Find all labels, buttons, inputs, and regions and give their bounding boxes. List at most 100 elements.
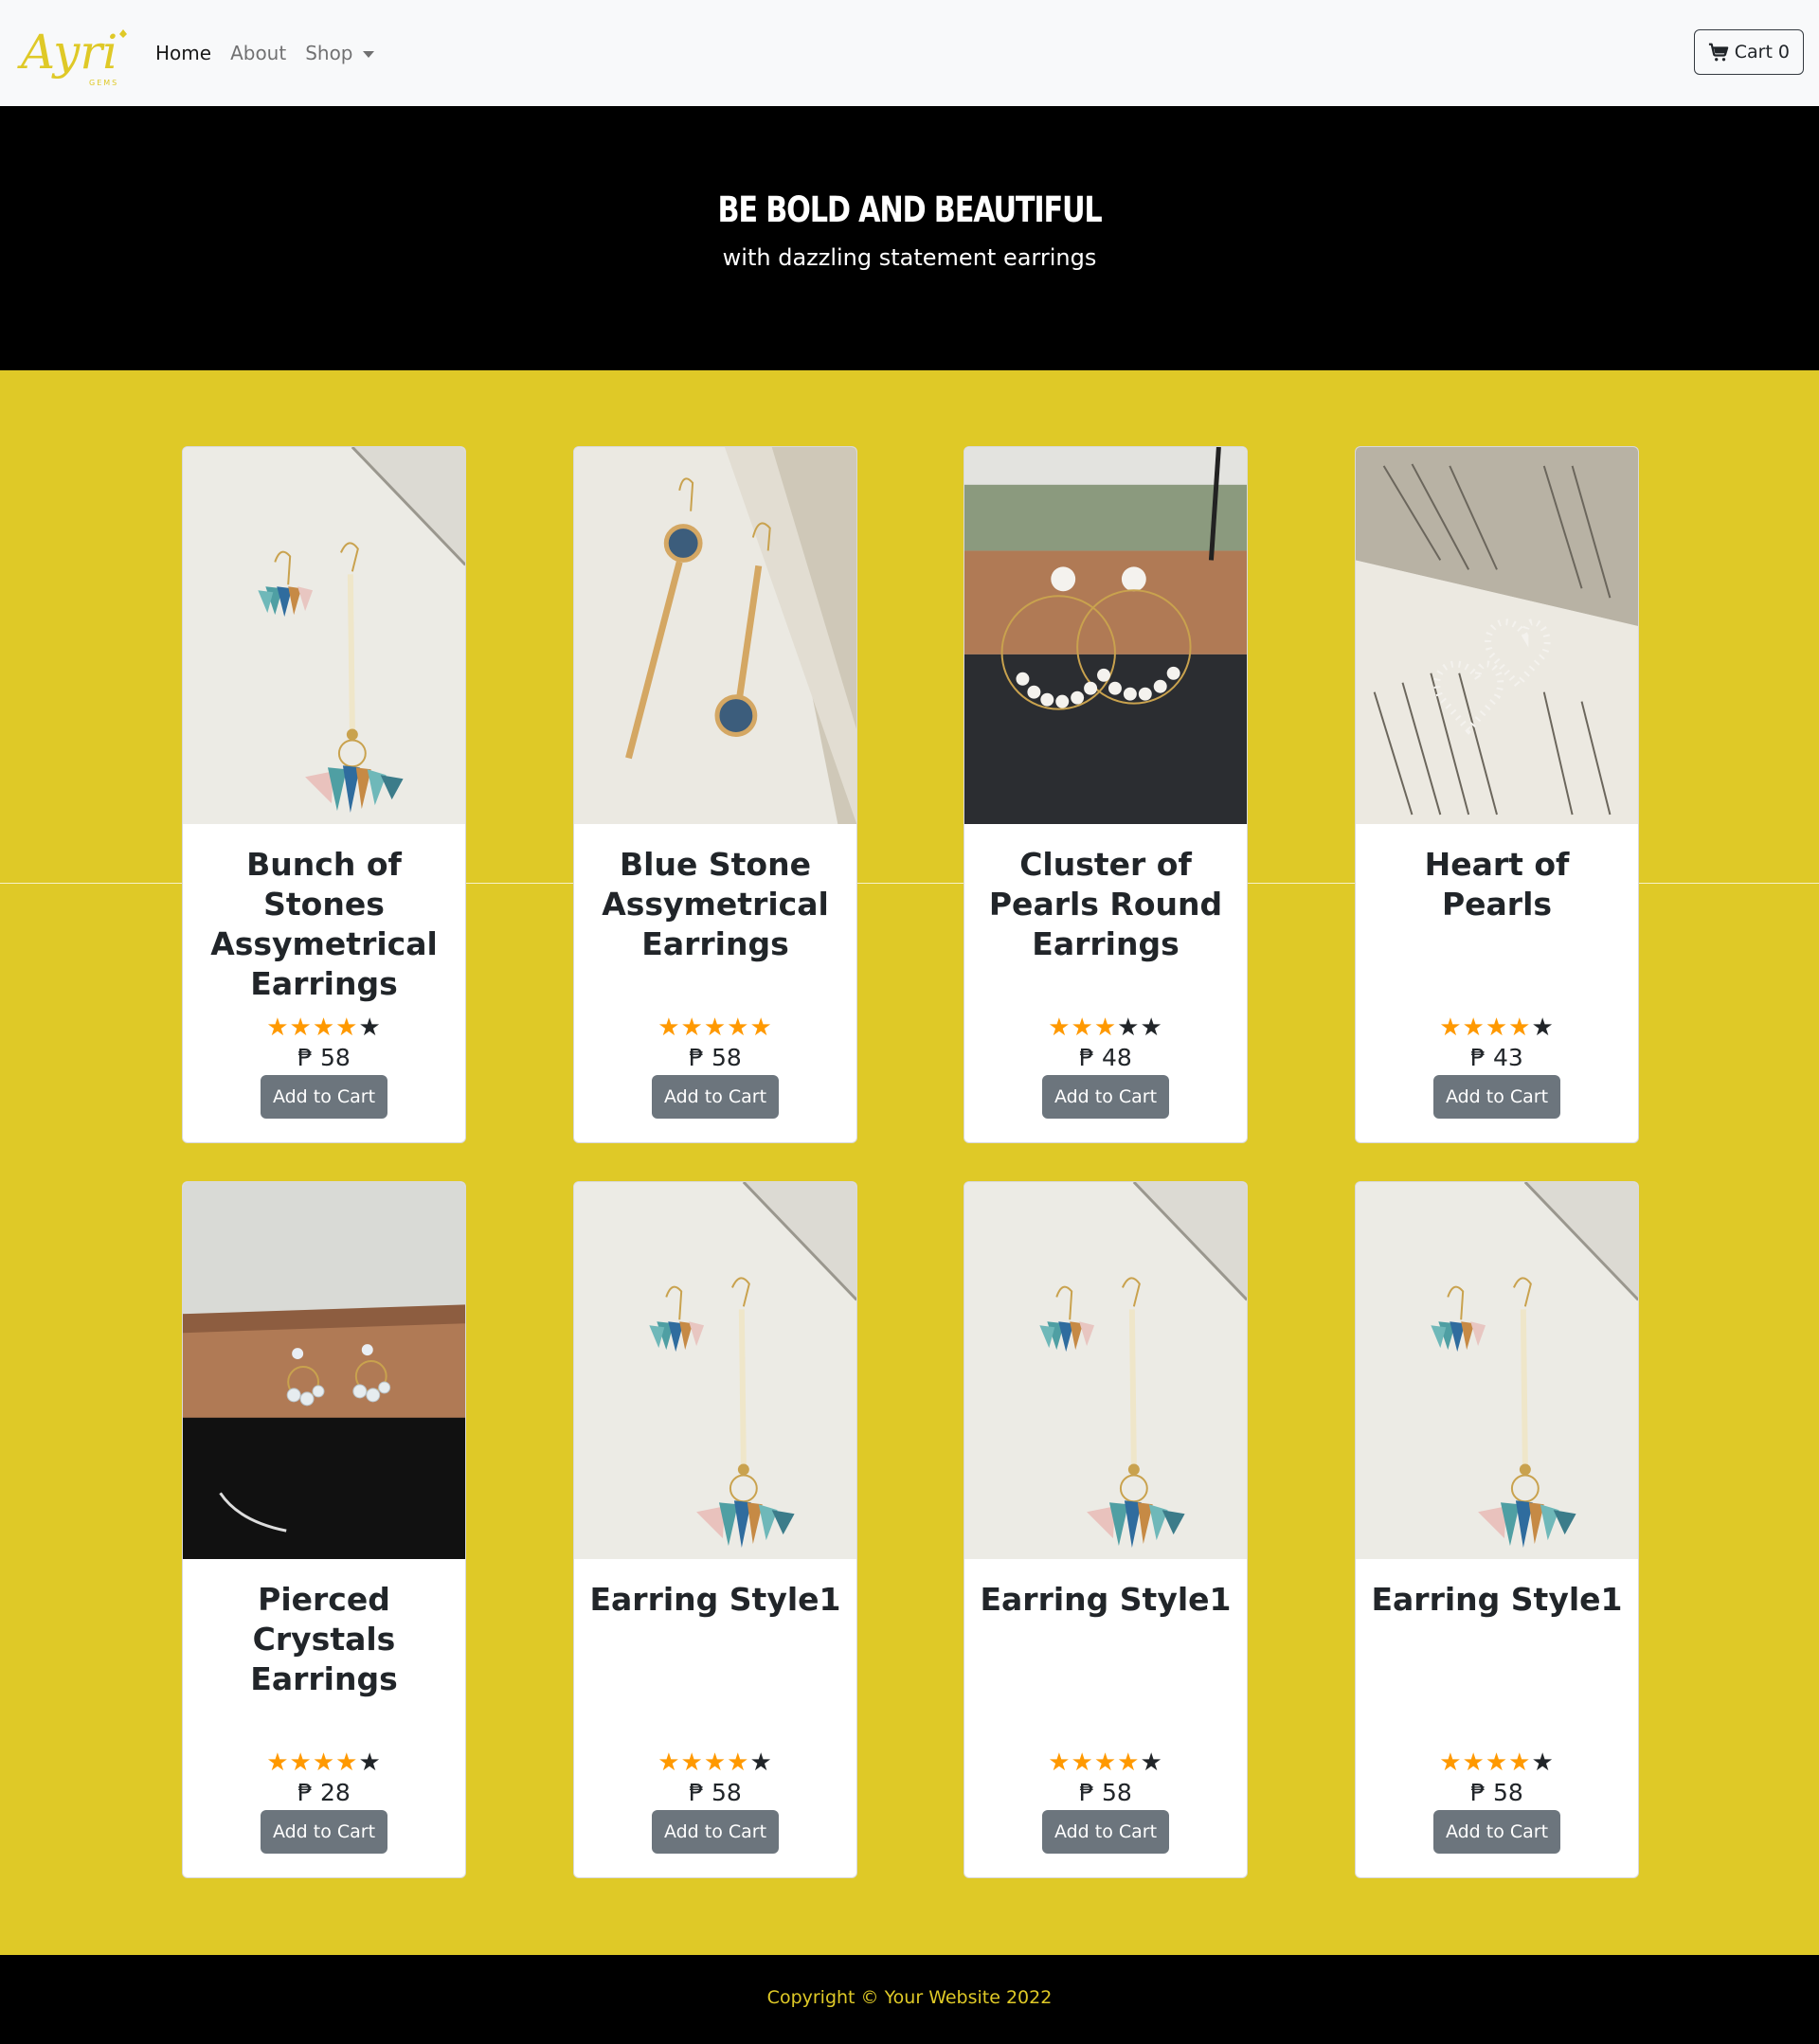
product-image[interactable]: [183, 1182, 465, 1559]
star-filled-icon: ★: [1093, 1013, 1118, 1042]
product-rating: ★★★★★: [574, 1014, 856, 1041]
star-filled-icon: ★: [1048, 1748, 1072, 1777]
currency-symbol: ₱: [1470, 1779, 1486, 1806]
price-amount: 43: [1493, 1044, 1523, 1071]
product-card: Earring Style1 ★★★★★ ₱ 58 Add to Cart: [573, 1181, 857, 1878]
currency-symbol: ₱: [1079, 1779, 1095, 1806]
nav-about[interactable]: About: [230, 42, 286, 64]
product-image[interactable]: [574, 1182, 856, 1559]
product-image[interactable]: [964, 447, 1247, 824]
product-title: Earring Style1: [980, 1581, 1232, 1618]
star-filled-icon: ★: [266, 1748, 290, 1777]
product-title: Earring Style1: [1371, 1581, 1623, 1618]
star-filled-icon: ★: [1117, 1748, 1141, 1777]
caret-down-icon: [362, 51, 374, 58]
svg-text:Ayri: Ayri: [17, 25, 117, 80]
product-price: ₱ 58: [183, 1044, 465, 1071]
hero-banner: BE BOLD AND BEAUTIFUL with dazzling stat…: [0, 106, 1819, 370]
currency-symbol: ₱: [297, 1044, 314, 1071]
product-card: Bunch of Stones Assymetrical Earrings ★★★…: [182, 446, 466, 1143]
shopping-cart-icon: [1708, 43, 1729, 62]
star-filled-icon: ★: [727, 1748, 750, 1777]
star-filled-icon: ★: [1093, 1748, 1118, 1777]
product-title: Bunch of Stones Assymetrical Earrings: [210, 846, 438, 1002]
product-title: Pierced Crystals Earrings: [250, 1581, 398, 1697]
star-filled-icon: ★: [1439, 1748, 1463, 1777]
star-filled-icon: ★: [727, 1013, 750, 1042]
product-price: ₱ 58: [1356, 1779, 1638, 1806]
star-empty-icon: ★: [358, 1748, 382, 1777]
star-filled-icon: ★: [680, 1013, 704, 1042]
svg-text:GEMS: GEMS: [89, 79, 118, 87]
price-amount: 58: [1493, 1779, 1523, 1806]
price-amount: 58: [711, 1779, 742, 1806]
products-section: Bunch of Stones Assymetrical Earrings ★★★…: [0, 370, 1819, 1955]
product-title: Blue Stone Assymetrical Earrings: [602, 846, 829, 962]
product-image[interactable]: [1356, 1182, 1638, 1559]
currency-symbol: ₱: [1470, 1044, 1486, 1071]
product-price: ₱ 58: [964, 1779, 1247, 1806]
product-price: ₱ 58: [574, 1779, 856, 1806]
star-filled-icon: ★: [703, 1748, 728, 1777]
footer-copyright: Copyright © Your Website 2022: [766, 1987, 1053, 2008]
add-to-cart-button[interactable]: Add to Cart: [261, 1810, 387, 1854]
star-filled-icon: ★: [266, 1013, 290, 1042]
product-image[interactable]: [1356, 447, 1638, 824]
currency-symbol: ₱: [1079, 1044, 1095, 1071]
star-empty-icon: ★: [1117, 1013, 1141, 1042]
product-image[interactable]: [574, 447, 856, 824]
product-rating: ★★★★★: [1356, 1749, 1638, 1776]
nav-home[interactable]: Home: [155, 42, 211, 64]
product-image[interactable]: [183, 447, 465, 824]
add-to-cart-button[interactable]: Add to Cart: [1042, 1075, 1169, 1119]
product-price: ₱ 48: [964, 1044, 1247, 1071]
brand-logo[interactable]: Ayri GEMS: [15, 15, 133, 91]
star-filled-icon: ★: [657, 1013, 681, 1042]
product-card: Pierced Crystals Earrings ★★★★★ ₱ 28 Add to…: [182, 1181, 466, 1878]
star-filled-icon: ★: [1462, 1748, 1486, 1777]
product-price: ₱ 43: [1356, 1044, 1638, 1071]
add-to-cart-button[interactable]: Add to Cart: [1433, 1075, 1560, 1119]
cart-label: Cart: [1734, 42, 1773, 63]
add-to-cart-button[interactable]: Add to Cart: [1042, 1810, 1169, 1854]
star-filled-icon: ★: [749, 1013, 773, 1042]
star-filled-icon: ★: [1485, 1748, 1509, 1777]
price-amount: 48: [1102, 1044, 1132, 1071]
product-title: Earring Style1: [589, 1581, 841, 1618]
product-title: Heart of Pearls: [1424, 846, 1570, 923]
product-card: Cluster of Pearls Round Earrings ★★★★★ ₱ 4…: [964, 446, 1248, 1143]
add-to-cart-button[interactable]: Add to Cart: [1433, 1810, 1560, 1854]
product-rating: ★★★★★: [1356, 1014, 1638, 1041]
product-rating: ★★★★★: [574, 1749, 856, 1776]
product-rating: ★★★★★: [964, 1014, 1247, 1041]
product-card: Blue Stone Assymetrical Earrings ★★★★★ ₱ 5…: [573, 446, 857, 1143]
star-filled-icon: ★: [1439, 1013, 1463, 1042]
product-image[interactable]: [964, 1182, 1247, 1559]
star-filled-icon: ★: [703, 1013, 728, 1042]
add-to-cart-button[interactable]: Add to Cart: [652, 1075, 779, 1119]
product-title: Cluster of Pearls Round Earrings: [988, 846, 1223, 962]
currency-symbol: ₱: [689, 1779, 705, 1806]
star-filled-icon: ★: [312, 1748, 336, 1777]
star-empty-icon: ★: [1531, 1013, 1555, 1042]
star-filled-icon: ★: [312, 1013, 336, 1042]
add-to-cart-button[interactable]: Add to Cart: [652, 1810, 779, 1854]
star-empty-icon: ★: [749, 1748, 773, 1777]
star-filled-icon: ★: [335, 1748, 359, 1777]
star-filled-icon: ★: [1071, 1748, 1094, 1777]
star-empty-icon: ★: [1140, 1748, 1163, 1777]
star-empty-icon: ★: [1140, 1013, 1163, 1042]
star-filled-icon: ★: [1071, 1013, 1094, 1042]
cart-button[interactable]: Cart 0: [1693, 29, 1804, 75]
add-to-cart-button[interactable]: Add to Cart: [261, 1075, 387, 1119]
product-card: Earring Style1 ★★★★★ ₱ 58 Add to Cart: [1355, 1181, 1639, 1878]
star-filled-icon: ★: [1508, 1013, 1532, 1042]
product-card: Earring Style1 ★★★★★ ₱ 58 Add to Cart: [964, 1181, 1248, 1878]
product-price: ₱ 58: [574, 1044, 856, 1071]
currency-symbol: ₱: [297, 1779, 314, 1806]
nav-shop-dropdown[interactable]: Shop: [305, 42, 374, 64]
price-amount: 28: [320, 1779, 351, 1806]
product-card: Heart of Pearls ★★★★★ ₱ 43 Add to Cart: [1355, 446, 1639, 1143]
star-filled-icon: ★: [680, 1748, 704, 1777]
nav-shop-label: Shop: [305, 42, 353, 64]
